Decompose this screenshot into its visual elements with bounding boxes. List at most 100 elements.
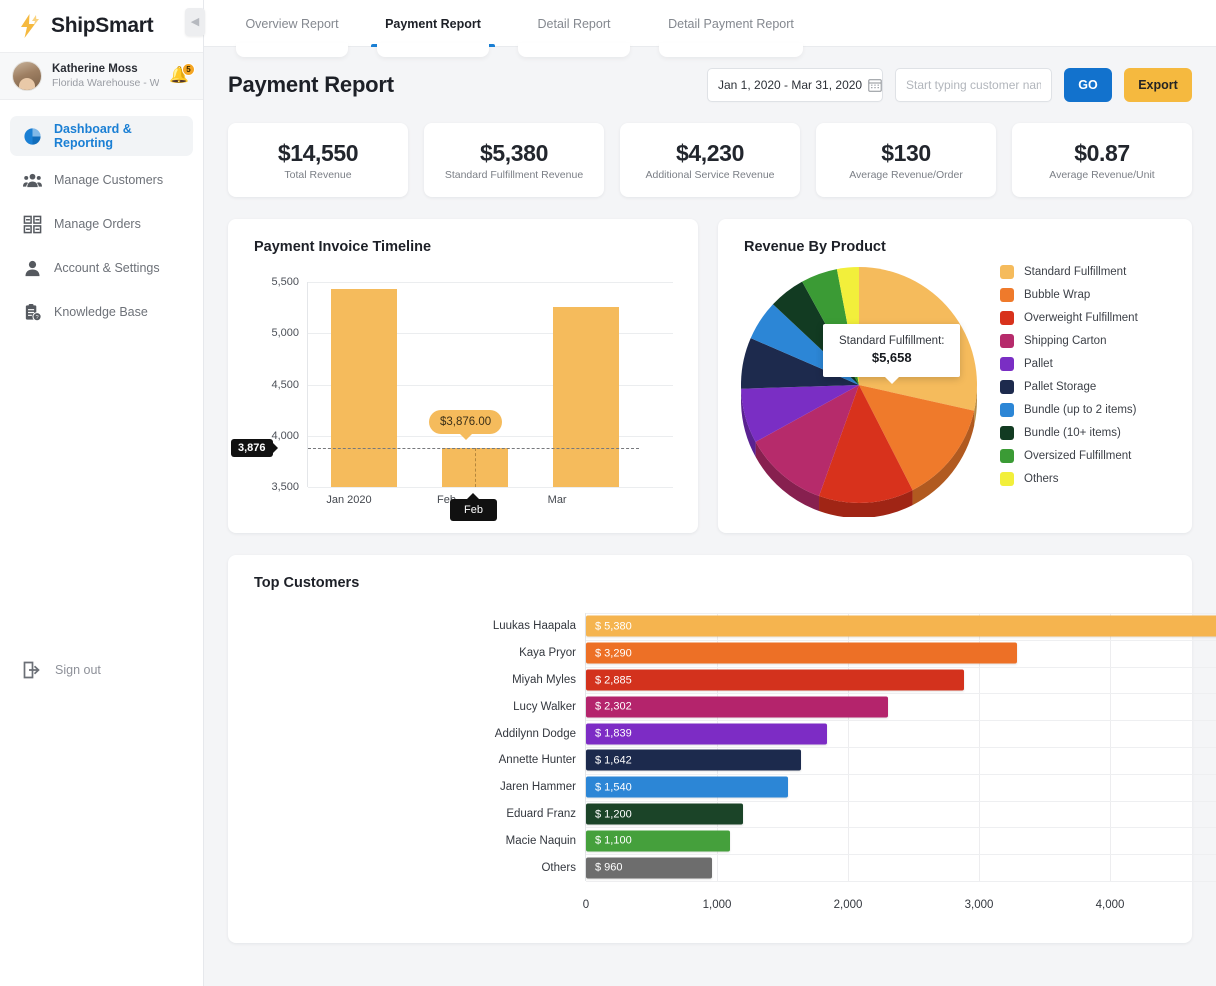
- sidebar-item-account-settings[interactable]: Account & Settings: [10, 248, 193, 288]
- row-separator: [586, 693, 1216, 695]
- sidebar: ShipSmart ◀ Katherine Moss Florida Wareh…: [0, 0, 205, 986]
- tab-label: Detail Payment Report: [668, 17, 794, 31]
- row-separator: [586, 881, 1216, 882]
- pie-tooltip-value: $5,658: [871, 350, 912, 365]
- x-axis-tick-label: 1,000: [702, 899, 732, 911]
- table-row[interactable]: $ 1,540: [586, 776, 788, 798]
- tab-label: Payment Report: [385, 17, 481, 31]
- tab-detail-payment-report[interactable]: Detail Payment Report: [651, 1, 811, 57]
- sidebar-item-dashboard-reporting[interactable]: Dashboard & Reporting: [10, 116, 193, 156]
- row-separator: [586, 827, 1216, 829]
- chart-title: Revenue By Product: [744, 239, 886, 255]
- report-tabs: Overview Report Payment Report Detail Re…: [204, 0, 1216, 57]
- x-axis-tick-label: 3,000: [964, 899, 994, 911]
- kpi-value: $130: [881, 139, 931, 166]
- bar-value-label: $ 1,200: [595, 808, 632, 820]
- tab-label: Overview Report: [245, 17, 339, 31]
- legend-label: Pallet Storage: [1024, 381, 1097, 393]
- clipboard-question-icon: ?: [22, 302, 42, 322]
- legend-label: Bundle (up to 2 items): [1024, 404, 1137, 416]
- tab-shadow: [377, 43, 489, 57]
- bar-value-label: $ 1,839: [595, 727, 632, 740]
- table-row[interactable]: $ 1,100: [586, 830, 731, 852]
- chart-title: Top Customers: [254, 575, 360, 591]
- profile-text: Katherine Moss Florida Warehouse - W01: [52, 62, 159, 90]
- date-range-picker[interactable]: Jan 1, 2020 - Mar 31, 2020: [707, 68, 883, 102]
- notifications-button[interactable]: 🔔 5: [169, 63, 195, 87]
- page-title: Payment Report: [228, 72, 394, 97]
- kpi-label: Average Revenue/Order: [849, 168, 963, 181]
- table-row[interactable]: $ 1,642: [586, 749, 802, 771]
- y-axis-tick-label: 5,000: [271, 327, 299, 340]
- tab-payment-report[interactable]: Payment Report: [369, 1, 497, 57]
- x-axis-tick-label: 4,000: [1095, 899, 1125, 911]
- notification-badge: 5: [182, 63, 195, 76]
- table-row[interactable]: $ 1,200: [586, 803, 744, 825]
- category-label: Luukas Haapala: [492, 620, 576, 633]
- legend-item[interactable]: Bundle (up to 2 items): [1000, 403, 1138, 417]
- bar[interactable]: [331, 289, 398, 487]
- legend-swatch: [1000, 265, 1014, 279]
- legend-item[interactable]: Bundle (10+ items): [1000, 426, 1138, 440]
- tab-detail-report[interactable]: Detail Report: [510, 1, 638, 57]
- bar[interactable]: [552, 306, 619, 487]
- tab-shadow: [518, 43, 630, 57]
- sign-out-label: Sign out: [55, 663, 101, 677]
- bar-value-label: $ 1,642: [595, 754, 632, 767]
- legend-item[interactable]: Shipping Carton: [1000, 334, 1138, 348]
- sign-out-button[interactable]: Sign out: [0, 660, 204, 680]
- bar-value-label: $ 1,100: [595, 834, 632, 847]
- y-axis-tick-label: 4,500: [271, 378, 299, 391]
- sidebar-collapse-button[interactable]: ◀: [185, 8, 205, 36]
- table-row[interactable]: $ 3,290: [586, 642, 1017, 664]
- legend-item[interactable]: Others: [1000, 472, 1138, 486]
- legend-item[interactable]: Pallet: [1000, 357, 1138, 371]
- legend-item[interactable]: Bubble Wrap: [1000, 288, 1138, 302]
- legend-swatch: [1000, 380, 1014, 394]
- export-button[interactable]: Export: [1124, 68, 1192, 102]
- legend-label: Bubble Wrap: [1024, 289, 1091, 301]
- pie-chart: [736, 267, 996, 518]
- customer-search-input[interactable]: [895, 68, 1052, 102]
- legend-swatch: [1000, 334, 1014, 348]
- sidebar-item-manage-customers[interactable]: Manage Customers: [10, 160, 193, 200]
- legend-swatch: [1000, 449, 1014, 463]
- table-row[interactable]: $ 2,885: [586, 669, 964, 691]
- category-label: Annette Hunter: [498, 754, 576, 767]
- legend-item[interactable]: Pallet Storage: [1000, 380, 1138, 394]
- legend-item[interactable]: Oversized Fulfillment: [1000, 449, 1138, 463]
- legend-item[interactable]: Overweight Fulfillment: [1000, 311, 1138, 325]
- bar-value-label: $ 3,290: [595, 647, 632, 660]
- go-button[interactable]: GO: [1064, 68, 1112, 102]
- user-profile[interactable]: Katherine Moss Florida Warehouse - W01 🔔…: [0, 52, 203, 100]
- table-row[interactable]: $ 2,302: [586, 696, 888, 718]
- legend-swatch: [1000, 357, 1014, 371]
- tab-label: Detail Report: [537, 17, 611, 31]
- sidebar-item-manage-orders[interactable]: Manage Orders: [10, 204, 193, 244]
- sidebar-item-label: Manage Customers: [54, 173, 164, 187]
- pie-tooltip-label: Standard Fulfillment:: [839, 335, 945, 347]
- kpi-label: Total Revenue: [284, 168, 352, 181]
- row-separator: [586, 613, 1216, 614]
- row-separator: [586, 800, 1216, 802]
- kpi-value: $4,230: [676, 139, 744, 166]
- avatar: [12, 61, 42, 91]
- row-separator: [586, 747, 1216, 748]
- row-separator: [586, 639, 1216, 641]
- y-axis-tick-label: 4,000: [271, 429, 299, 442]
- table-row[interactable]: $ 960: [586, 857, 712, 879]
- sidebar-item-knowledge-base[interactable]: ? Knowledge Base: [10, 292, 193, 332]
- gridline: [308, 282, 673, 283]
- legend-label: Others: [1024, 473, 1059, 485]
- table-row[interactable]: $ 5,380: [586, 615, 1216, 637]
- pie-tooltip: Standard Fulfillment: $5,658: [823, 324, 961, 384]
- kpi-card: $4,230 Additional Service Revenue: [620, 123, 800, 197]
- legend-label: Shipping Carton: [1024, 335, 1107, 347]
- x-axis-tick-label: 2,000: [833, 899, 863, 911]
- legend-swatch: [1000, 403, 1014, 417]
- legend-item[interactable]: Standard Fulfillment: [1000, 265, 1138, 279]
- table-row[interactable]: $ 1,839: [586, 723, 827, 745]
- tab-overview-report[interactable]: Overview Report: [228, 1, 356, 57]
- legend-label: Oversized Fulfillment: [1024, 450, 1132, 462]
- timeline-plot-area: 3,500 4,000 4,500 5,000 5,500 Jan 2020 Feb Mar 3…: [231, 276, 673, 521]
